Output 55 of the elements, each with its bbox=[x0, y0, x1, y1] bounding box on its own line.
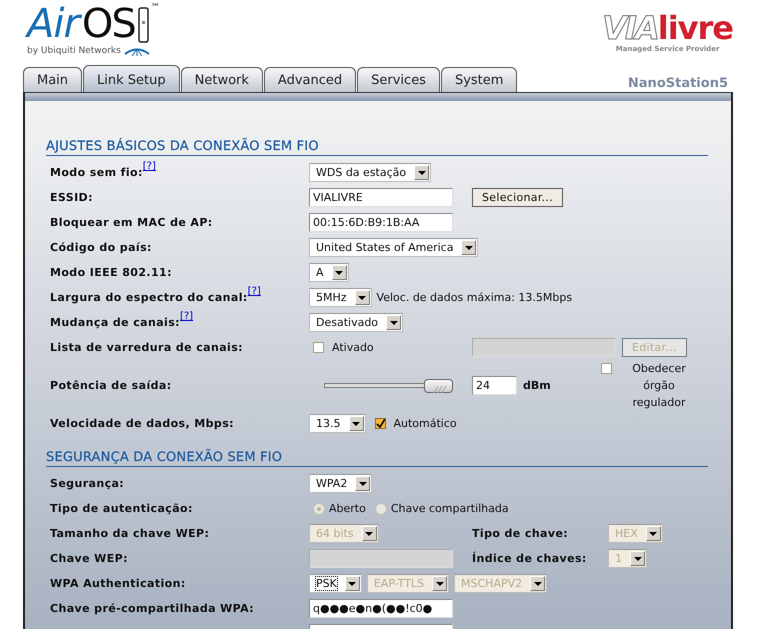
field-label: Segurança: bbox=[50, 477, 124, 490]
tab[interactable]: Services bbox=[357, 67, 440, 92]
field-label: Chave pré-compartilhada WPA: bbox=[50, 602, 254, 615]
logo-text: OS bbox=[82, 4, 135, 44]
dropdown[interactable]: 13.5 bbox=[309, 414, 366, 433]
input-field[interactable]: 00:15:6D:B9:1B:AA bbox=[309, 213, 453, 232]
field-label: Modo sem fio: bbox=[50, 166, 143, 179]
dropdown[interactable]: WPA2 bbox=[309, 474, 372, 493]
tab[interactable]: Advanced bbox=[264, 67, 356, 92]
tab[interactable]: Link Setup bbox=[83, 65, 180, 92]
field-label: Chave WEP: bbox=[50, 552, 128, 565]
tab[interactable]: System bbox=[440, 67, 518, 92]
help-link[interactable]: [?] bbox=[142, 161, 156, 172]
input-field[interactable]: 24 bbox=[472, 376, 517, 395]
checkbox-label: Automático bbox=[394, 417, 457, 430]
field-label: ESSID: bbox=[50, 191, 93, 204]
input-field[interactable]: q●●●e●n●(●●!c0● bbox=[309, 599, 453, 618]
radio-label: Chave compartilhada bbox=[390, 502, 509, 515]
field-label: WPA Authentication: bbox=[50, 577, 186, 590]
help-link[interactable]: [?] bbox=[248, 286, 261, 297]
dropdown[interactable]: Desativado bbox=[309, 313, 404, 332]
help-link[interactable]: [?] bbox=[180, 311, 194, 322]
logo-text: VIA bbox=[602, 12, 658, 44]
field-label: Lista de varredura de canais: bbox=[50, 341, 243, 354]
field-label: Potência de saída: bbox=[50, 379, 172, 392]
field-label: Modo IEEE 802.11: bbox=[50, 266, 172, 279]
dropdown[interactable]: 5MHz bbox=[309, 288, 372, 307]
field-label: Tamanho da chave WEP: bbox=[50, 527, 210, 540]
dropdown[interactable]: A bbox=[309, 263, 349, 282]
trademark: ™ bbox=[150, 4, 160, 13]
logo-text: livre bbox=[658, 12, 733, 44]
button[interactable]: Selecionar... bbox=[472, 188, 564, 207]
unit-label: dBm bbox=[523, 379, 551, 392]
tab[interactable]: Main bbox=[23, 67, 82, 92]
checkbox-label: Obedecer órgão regulador bbox=[631, 361, 687, 411]
section-heading: SEGURANÇA DA CONEXÃO SEM FIO bbox=[46, 450, 708, 467]
section-heading: AJUSTES BÁSICOS DA CONEXÃO SEM FIO bbox=[46, 139, 708, 156]
field-label: Largura do espectro do canal: bbox=[50, 291, 248, 304]
field-label: Mudança de canais: bbox=[50, 316, 180, 329]
field-label: Velocidade de dados, Mbps: bbox=[50, 417, 234, 430]
checkbox-label: Ativado bbox=[332, 341, 374, 354]
field-label: Bloquear em MAC de AP: bbox=[50, 216, 213, 229]
dropdown[interactable]: WDS da estação bbox=[309, 163, 432, 182]
dropdown[interactable]: PSK bbox=[309, 574, 362, 593]
logo-tagline: by Ubiquiti Networks bbox=[27, 46, 121, 56]
info-text: Veloc. de dados máxima: 13.5Mbps bbox=[376, 291, 572, 304]
input-field[interactable]: VIALIVRE bbox=[309, 188, 453, 207]
radio-label: Aberto bbox=[329, 502, 366, 515]
field-label: Índice de chaves: bbox=[472, 552, 588, 565]
tab[interactable]: Network bbox=[180, 67, 263, 92]
field-label: Tipo de autenticação: bbox=[50, 502, 193, 515]
dropdown[interactable]: United States of America bbox=[309, 238, 478, 257]
field-label: Tipo de chave: bbox=[472, 527, 570, 540]
field-label: Código do país: bbox=[50, 241, 152, 254]
device-name: NanoStation5 bbox=[628, 76, 729, 92]
